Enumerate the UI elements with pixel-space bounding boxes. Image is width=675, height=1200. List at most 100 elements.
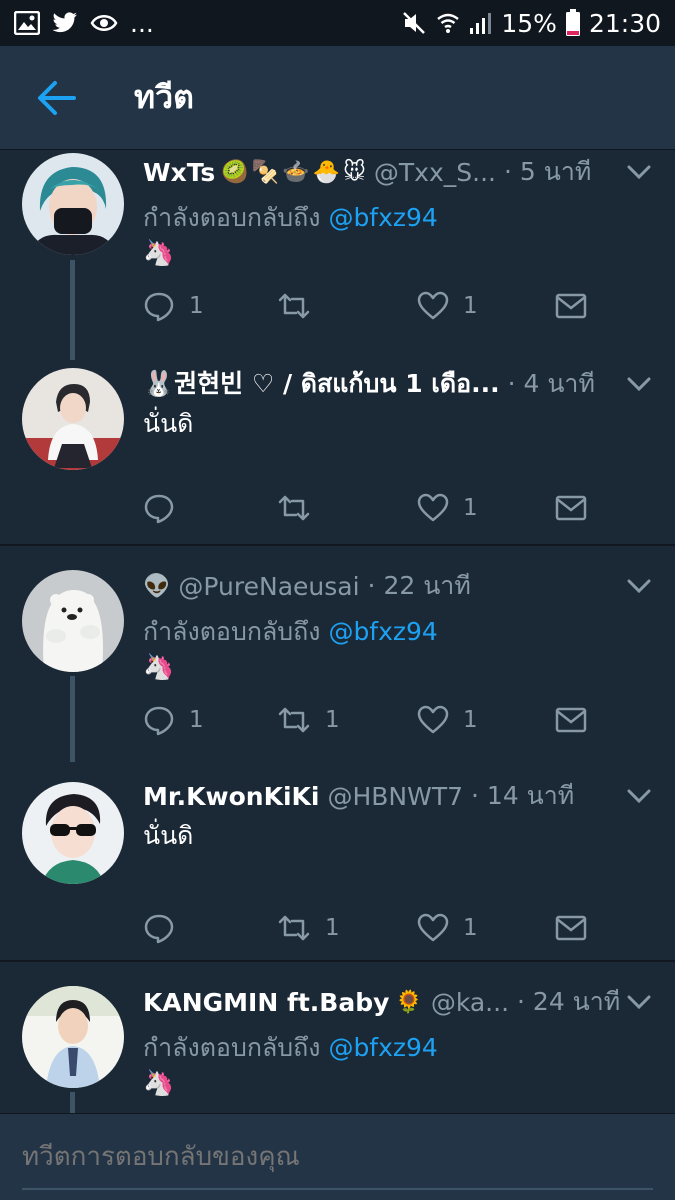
avatar[interactable] — [22, 153, 124, 255]
retweet-icon — [278, 707, 310, 733]
tweet[interactable]: 🐰권현빈 ♡ / ดิสแก้บน 1 เดือ... · 4 นาที นั่… — [0, 348, 675, 544]
reply-button[interactable]: 1 — [143, 284, 204, 328]
timestamp: · 24 นาที — [517, 987, 621, 1016]
share-button[interactable] — [555, 486, 587, 530]
status-bar: ... 15% 21:30 — [0, 0, 675, 46]
image-icon — [14, 11, 40, 35]
battery-icon — [565, 9, 581, 37]
action-bar: 1 1 1 — [143, 698, 603, 742]
replying-to-label: กำลังตอบกลับถึง — [143, 203, 329, 232]
retweet-count: 1 — [325, 915, 340, 941]
handle[interactable]: @PureNaeusai — [178, 572, 359, 601]
status-time: 21:30 — [588, 8, 661, 38]
back-arrow-icon — [38, 80, 76, 115]
mail-icon — [555, 915, 587, 941]
mail-icon — [555, 293, 587, 319]
signal-icon — [469, 10, 493, 36]
display-name[interactable]: 🐰권현빈 ♡ / ดิสแก้บน 1 เดือ... — [143, 364, 500, 404]
display-name[interactable]: KANGMIN ft.Baby — [143, 988, 389, 1017]
heart-icon — [417, 913, 449, 942]
mention-link[interactable]: @bfxz94 — [328, 1033, 437, 1062]
tweet[interactable]: KANGMIN ft.Baby 🌻 @ka... · 24 นาที กำลัง… — [0, 962, 675, 1113]
share-button[interactable] — [555, 284, 587, 328]
reply-button[interactable] — [143, 906, 189, 950]
tweet[interactable]: Mr.KwonKiKi @HBNWT7 · 14 นาที นั่นดิ 1 1 — [0, 756, 675, 960]
twitter-bird-icon — [52, 12, 78, 34]
top-app-bar: ทวีต — [0, 46, 675, 150]
tweet-text: นั่นดิ — [143, 409, 194, 438]
heart-icon — [417, 291, 449, 320]
reply-button[interactable]: 1 — [143, 698, 204, 742]
avatar[interactable] — [22, 986, 124, 1088]
timestamp: · 5 นาที — [503, 157, 592, 186]
avatar[interactable] — [22, 570, 124, 672]
retweet-button[interactable] — [277, 284, 325, 328]
mail-icon — [555, 495, 587, 521]
timestamp: · 22 นาที — [367, 571, 471, 600]
retweet-icon — [278, 495, 310, 521]
share-button[interactable] — [555, 906, 587, 950]
share-button[interactable] — [555, 698, 587, 742]
tweet-text: 🦄 — [143, 1068, 175, 1097]
thread-connector — [70, 260, 75, 360]
retweet-button[interactable] — [277, 486, 325, 530]
chevron-down-icon[interactable] — [625, 782, 653, 810]
chevron-down-icon[interactable] — [625, 370, 653, 398]
overflow-dots: ... — [130, 8, 154, 38]
reply-feed[interactable]: WxTs 🥝 🍢 🍲 🐣 🐭 @Txx_S... · 5 นาที กำลังต… — [0, 150, 675, 1113]
retweet-button[interactable]: 1 — [277, 698, 340, 742]
like-count: 1 — [463, 495, 478, 521]
alien-icon: 👽 — [143, 573, 171, 599]
mouse-icon: 🐭 — [342, 159, 366, 185]
mention-link[interactable]: @bfxz94 — [328, 617, 437, 646]
retweet-icon — [278, 915, 310, 941]
handle[interactable]: @Txx_S... — [374, 158, 496, 187]
tweet-header: Mr.KwonKiKi @HBNWT7 · 14 นาที — [143, 776, 645, 816]
like-button[interactable]: 1 — [417, 486, 478, 530]
reply-input[interactable] — [22, 1142, 642, 1172]
chevron-down-icon[interactable] — [625, 572, 653, 600]
mention-link[interactable]: @bfxz94 — [328, 203, 437, 232]
tweet-header: 🐰권현빈 ♡ / ดิสแก้บน 1 เดือ... · 4 นาที — [143, 364, 645, 404]
display-name[interactable]: Mr.KwonKiKi — [143, 782, 319, 811]
tweet[interactable]: WxTs 🥝 🍢 🍲 🐣 🐭 @Txx_S... · 5 นาที กำลังต… — [0, 150, 675, 360]
replying-to-label: กำลังตอบกลับถึง — [143, 617, 329, 646]
like-count: 1 — [463, 293, 478, 319]
replying-to: กำลังตอบกลับถึง @bfxz94 — [143, 1028, 438, 1068]
reply-icon — [144, 706, 174, 736]
mute-icon — [401, 10, 427, 36]
tweet-header: KANGMIN ft.Baby 🌻 @ka... · 24 นาที — [143, 982, 645, 1022]
chevron-down-icon[interactable] — [625, 988, 653, 1016]
action-bar: 1 1 — [143, 906, 603, 950]
handle[interactable]: @ka... — [431, 988, 509, 1017]
action-bar: 1 1 — [143, 284, 603, 328]
like-button[interactable]: 1 — [417, 284, 478, 328]
sunflower-icon: 🌻 — [395, 989, 423, 1015]
reply-icon — [144, 914, 174, 944]
wifi-icon — [435, 10, 461, 36]
tweet-text: 🦄 — [143, 652, 175, 681]
replying-to: กำลังตอบกลับถึง @bfxz94 — [143, 612, 438, 652]
timestamp: · 4 นาที — [507, 369, 595, 398]
reply-button[interactable] — [143, 486, 189, 530]
thread-connector — [70, 1092, 75, 1113]
tweet-header: WxTs 🥝 🍢 🍲 🐣 🐭 @Txx_S... · 5 นาที — [143, 152, 645, 192]
battery-percent: 15% — [501, 8, 557, 38]
timestamp: · 14 นาที — [471, 781, 575, 810]
avatar[interactable] — [22, 782, 124, 884]
tweet[interactable]: 👽 @PureNaeusai · 22 นาที กำลังตอบกลับถึง… — [0, 546, 675, 762]
heart-icon — [417, 705, 449, 734]
like-count: 1 — [463, 707, 478, 733]
thread-connector — [70, 676, 75, 762]
tweet-text: นั่นดิ — [143, 821, 194, 850]
chevron-down-icon[interactable] — [625, 158, 653, 186]
display-name[interactable]: WxTs — [143, 158, 215, 187]
like-button[interactable]: 1 — [417, 698, 478, 742]
retweet-button[interactable]: 1 — [277, 906, 340, 950]
avatar[interactable] — [22, 368, 124, 470]
back-button[interactable] — [16, 58, 96, 138]
mail-icon — [555, 707, 587, 733]
handle[interactable]: @HBNWT7 — [327, 782, 463, 811]
like-button[interactable]: 1 — [417, 906, 478, 950]
replying-to-label: กำลังตอบกลับถึง — [143, 1033, 329, 1062]
